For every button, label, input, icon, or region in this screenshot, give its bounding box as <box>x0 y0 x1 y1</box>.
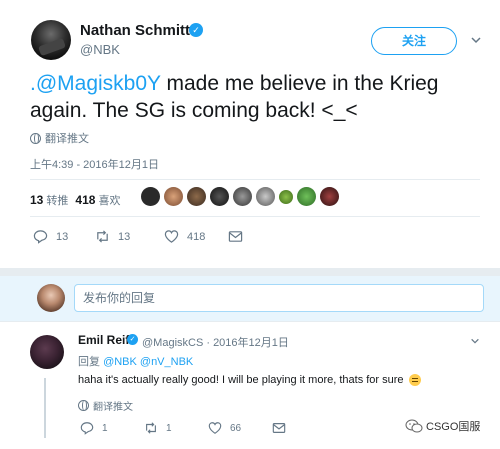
liker-avatar[interactable] <box>187 187 206 206</box>
author-name[interactable]: Nathan Schmitt <box>80 22 190 39</box>
reply-translate-link[interactable]: 翻译推文 <box>78 398 133 413</box>
retweet-button[interactable]: 13 <box>95 229 130 244</box>
retweet-icon <box>97 230 108 243</box>
caret-down-icon[interactable] <box>470 336 480 346</box>
like-stat[interactable]: 418 喜欢 <box>75 192 120 208</box>
retweet-stat-label: 转推 <box>46 195 69 207</box>
like-button[interactable]: 418 <box>164 229 205 244</box>
follow-button[interactable]: 关注 <box>371 27 457 55</box>
like-stat-label: 喜欢 <box>98 195 121 207</box>
message-icon <box>228 231 243 242</box>
liker-avatar[interactable] <box>141 187 160 206</box>
main-tweet: Nathan Schmitt ✓ @NBK 关注 .@Magiskb0Y mad… <box>0 0 500 268</box>
heart-icon <box>208 422 222 434</box>
liker-avatar[interactable] <box>233 187 252 206</box>
emoji-icon <box>408 374 421 386</box>
author-handle[interactable]: @NBK <box>80 42 120 57</box>
reply-like-button[interactable]: 66 <box>208 421 241 435</box>
retweet-stat-count: 13 <box>30 193 44 207</box>
replying-prefix: 回复 <box>78 356 104 368</box>
like-stat-count: 418 <box>75 193 96 207</box>
section-gap <box>0 268 500 276</box>
tweet-mention[interactable]: .@Magiskb0Y <box>30 72 161 95</box>
liker-avatar[interactable] <box>256 187 275 206</box>
retweet-stat[interactable]: 13 转推 <box>30 192 68 208</box>
retweet-count: 13 <box>118 230 131 243</box>
message-icon <box>272 423 286 433</box>
reply-text-body: haha it's actually really good! I will b… <box>78 374 404 386</box>
reply-icon <box>33 230 48 244</box>
reply-reply-count: 1 <box>102 422 108 434</box>
reply-composer: 发布你的回复 <box>0 276 500 321</box>
reply-actions: 1 1 66 <box>80 421 286 437</box>
reply-icon <box>80 422 94 435</box>
tweet-actions: 13 13 418 <box>33 229 263 247</box>
liker-avatar[interactable] <box>210 187 229 206</box>
author-avatar[interactable] <box>31 20 71 60</box>
verified-icon: ✓ <box>189 23 203 37</box>
reply-translate-label: 翻译推文 <box>93 402 133 413</box>
reply-input[interactable]: 发布你的回复 <box>74 284 484 312</box>
replying-to: 回复 @NBK @nV_NBK <box>78 353 193 369</box>
replying-mentions[interactable]: @NBK @nV_NBK <box>103 356 193 368</box>
reply-count: 13 <box>56 230 69 243</box>
tweet-stats: 13 转推 418 喜欢 <box>30 192 121 208</box>
like-count: 418 <box>187 230 206 243</box>
watermark: CSGO国服 <box>405 418 480 434</box>
globe-icon <box>30 132 41 144</box>
reply-author-avatar[interactable] <box>30 335 64 369</box>
liker-avatars <box>141 187 339 206</box>
verified-icon: ✓ <box>127 334 138 345</box>
reply-retweet-button[interactable]: 1 <box>144 421 172 435</box>
reply-text: haha it's actually really good! I will b… <box>78 374 421 386</box>
liker-avatar[interactable] <box>279 190 293 204</box>
liker-avatar[interactable] <box>164 187 183 206</box>
liker-avatar[interactable] <box>297 187 316 206</box>
watermark-text: CSGO国服 <box>426 421 481 433</box>
heart-icon <box>164 230 179 243</box>
reply-like-count: 66 <box>230 422 242 434</box>
globe-icon <box>78 400 89 411</box>
reply-meta[interactable]: @MagiskCS · 2016年12月1日 <box>142 334 289 350</box>
divider <box>30 216 480 217</box>
translate-link[interactable]: 翻译推文 <box>30 130 89 146</box>
reply-reply-button[interactable]: 1 <box>80 421 108 435</box>
retweet-icon <box>146 422 156 434</box>
wechat-icon <box>405 419 423 433</box>
caret-down-icon[interactable] <box>470 34 482 46</box>
current-user-avatar <box>37 284 65 312</box>
tweet-text: .@Magiskb0Y made me believe in the Krieg… <box>30 70 480 124</box>
reply-message-button[interactable] <box>272 421 286 435</box>
direct-message-button[interactable] <box>228 229 243 244</box>
divider <box>30 179 480 180</box>
reply-button[interactable]: 13 <box>33 229 68 244</box>
tweet-timestamp[interactable]: 上午4:39 - 2016年12月1日 <box>30 156 159 172</box>
liker-avatar[interactable] <box>320 187 339 206</box>
reply-retweet-count: 1 <box>166 422 172 434</box>
translate-label: 翻译推文 <box>45 133 89 145</box>
thread-line <box>44 378 46 438</box>
reply-author-name[interactable]: Emil Reif <box>78 333 129 347</box>
